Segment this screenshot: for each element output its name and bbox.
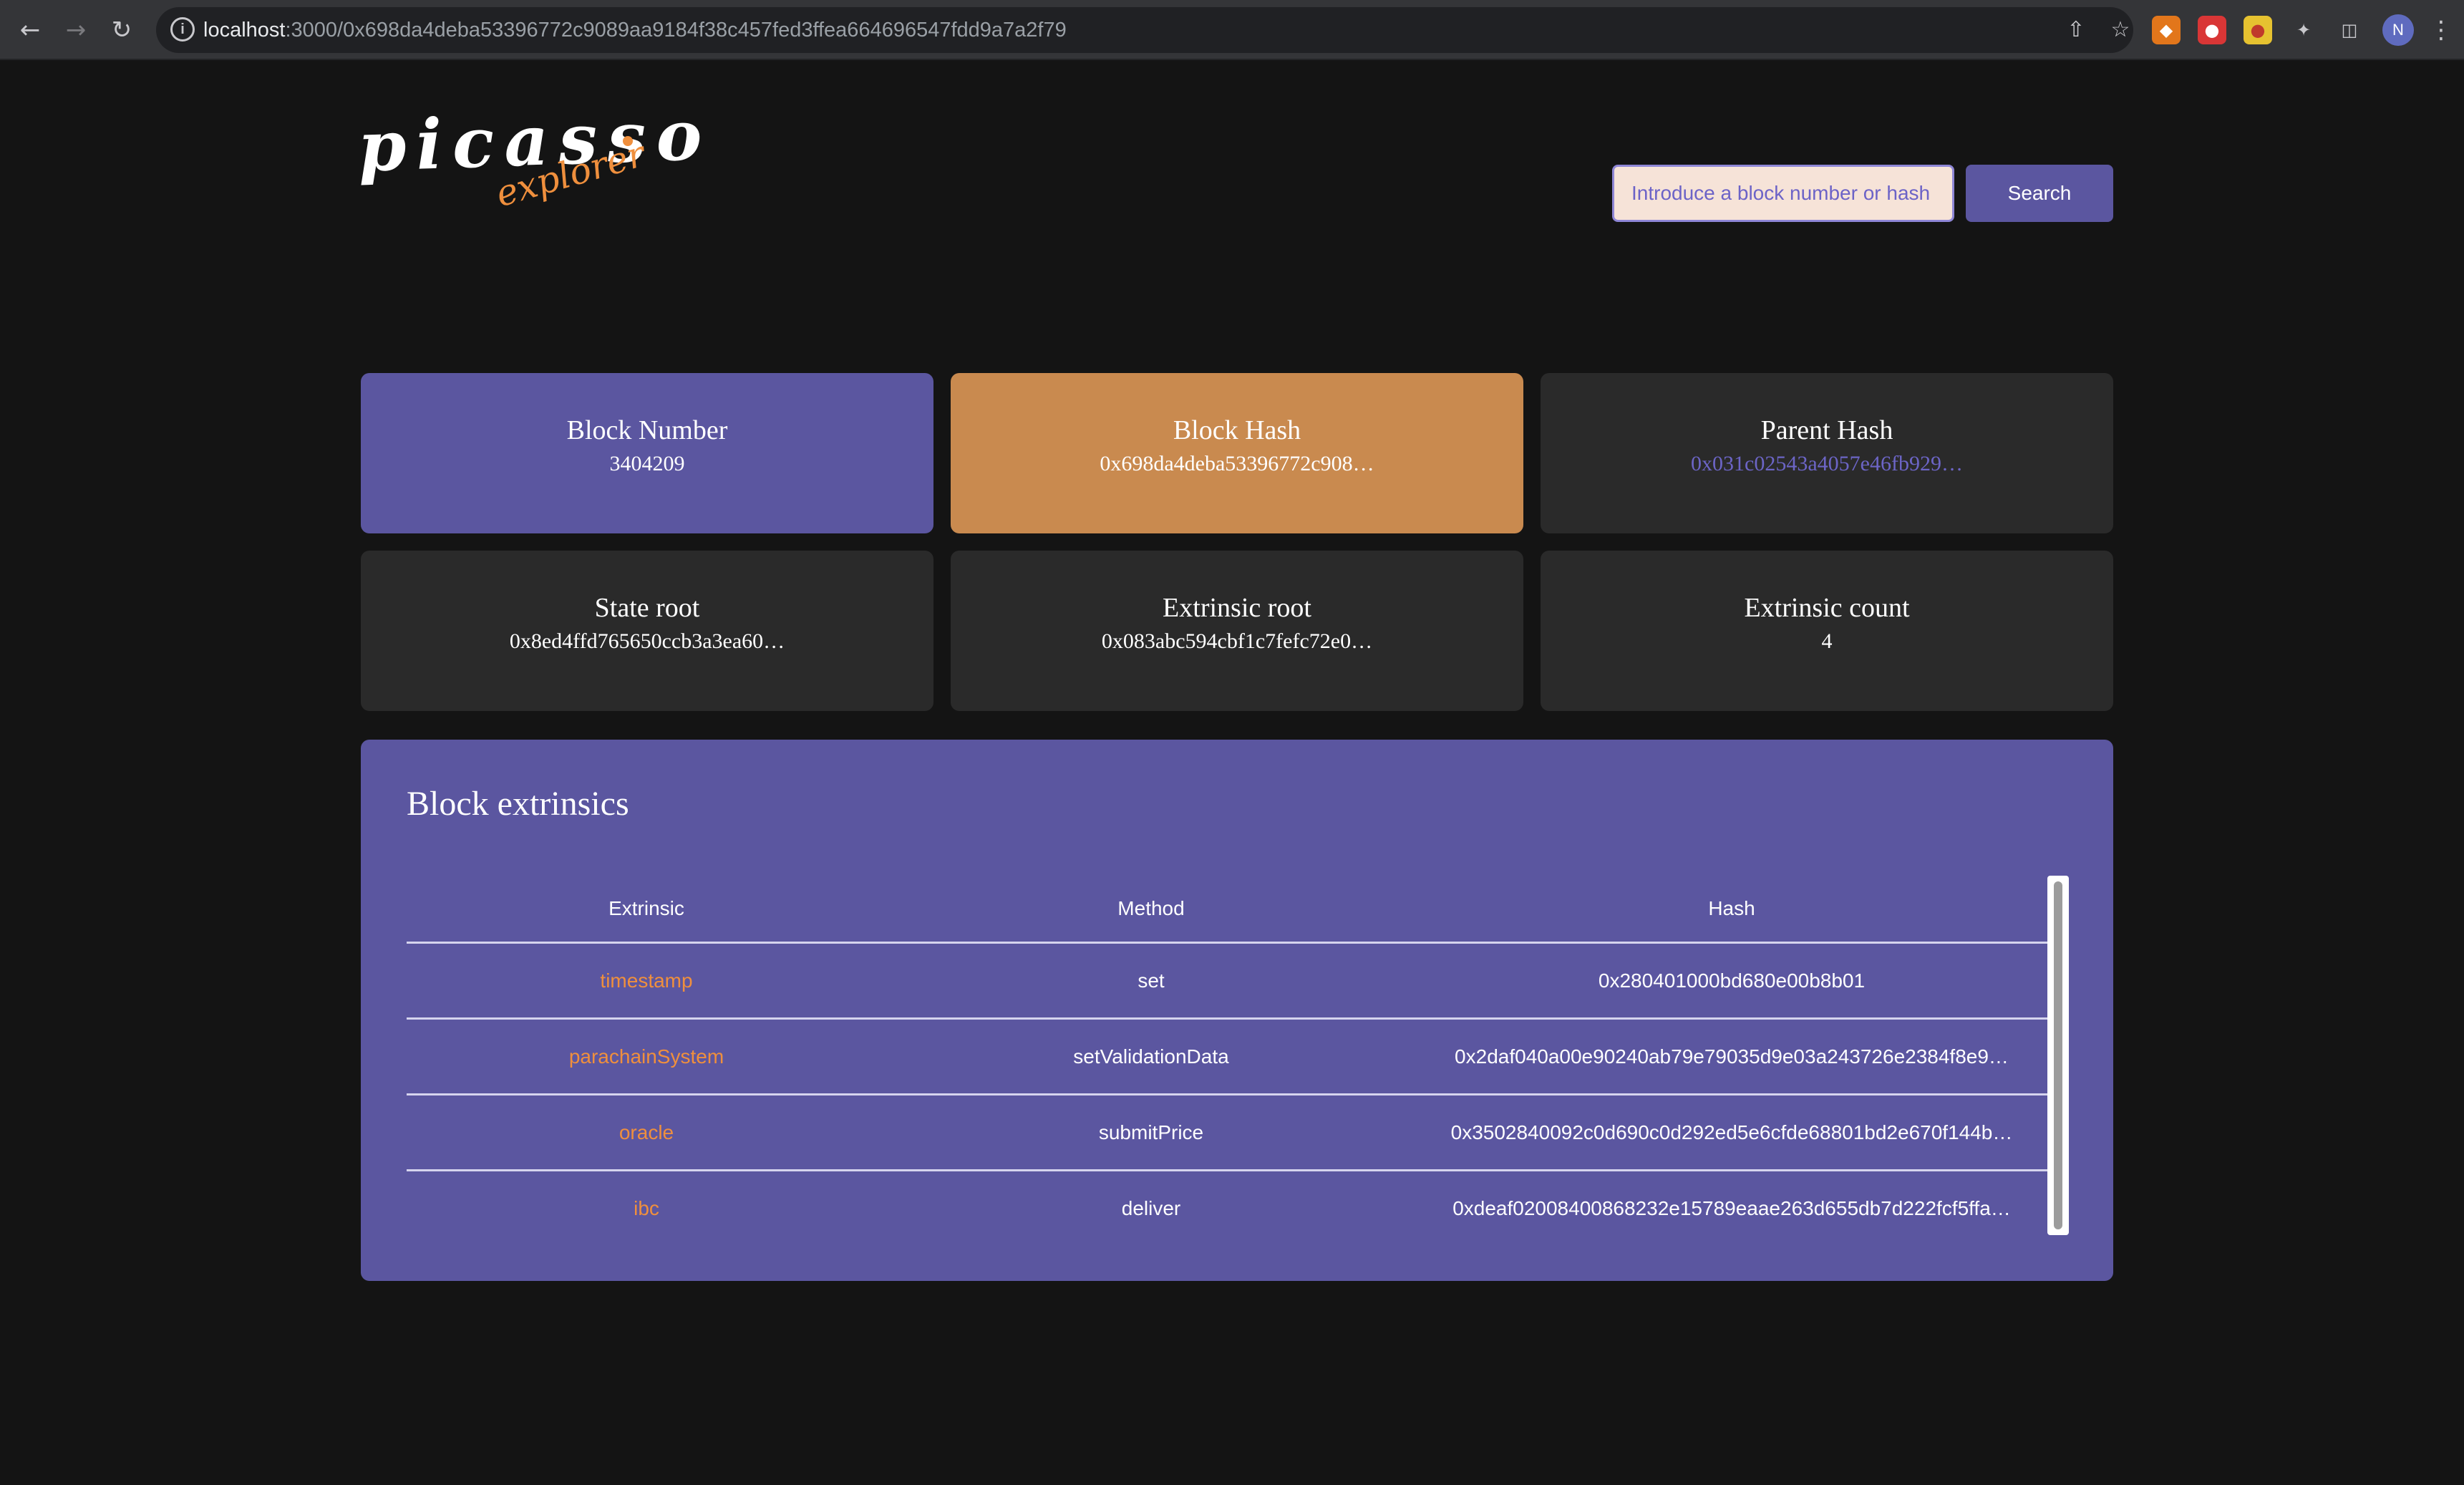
card-title: Extrinsic count [1744,593,1910,623]
scrollbar-thumb[interactable] [2054,881,2062,1229]
extrinsic-link[interactable]: parachainSystem [407,1020,886,1095]
hash-cell: 0x3502840092c0d690c0d292ed5e6cfde68801bd… [1450,1121,2013,1143]
card-value: 0x698da4deba53396772c908… [1100,452,1374,475]
card-title: Parent Hash [1760,415,1893,445]
card-title: Block Hash [1173,415,1301,445]
browser-toolbar: ← → ↻ i localhost:3000/0x698da4deba53396… [0,0,2464,60]
method-cell: set [1138,969,1165,992]
star-icon[interactable]: ☆ [2108,17,2133,43]
hash-cell: 0x280401000bd680e00b8b01 [1598,969,1866,992]
info-icon[interactable]: i [170,17,195,42]
card-value: 0x8ed4ffd765650ccb3a3ea60… [509,629,785,653]
table-row[interactable]: timestamp set 0x280401000bd680e00b8b01 [407,942,2047,1017]
extrinsic-link[interactable]: timestamp [407,944,886,1020]
card-title: State root [594,593,700,623]
profile-avatar[interactable]: N [2382,14,2414,46]
column-header-method[interactable]: Method [886,876,1416,942]
extrinsic-link[interactable]: oracle [407,1095,886,1171]
parent-hash-link[interactable]: 0x031c02543a4057e46fb929… [1541,452,2113,476]
sidebar-icon[interactable]: ◫ [2335,16,2364,44]
method-cell: submitPrice [1098,1121,1204,1143]
card-extrinsic-root: Extrinsic root 0x083abc594cbf1c7fefc72e0… [951,551,1523,711]
method-cell: deliver [1121,1197,1181,1219]
table-row[interactable]: parachainSystem setValidationData 0x2daf… [407,1017,2047,1093]
card-parent-hash: Parent Hash 0x031c02543a4057e46fb929… [1541,373,2113,533]
hash-cell: 0x2daf040a00e90240ab79e79035d9e03a243726… [1455,1045,2009,1068]
table-row[interactable]: ibc deliver 0xdeaf02008400868232e15789ea… [407,1169,2047,1245]
hash-cell: 0xdeaf02008400868232e15789eaae263d655db7… [1452,1197,2011,1219]
logo[interactable]: picasso explorer [356,94,713,215]
card-block-hash: Block Hash 0x698da4deba53396772c908… [951,373,1523,533]
card-value: 0x083abc594cbf1c7fefc72e0… [1101,629,1373,653]
menu-icon[interactable]: ⋮ [2427,16,2455,44]
puzzle-icon[interactable]: ✦ [2289,16,2318,44]
column-header-extrinsic[interactable]: Extrinsic [407,876,886,942]
card-extrinsic-count: Extrinsic count 4 [1541,551,2113,711]
extension-icon[interactable]: ● [2198,16,2226,44]
card-value: 4 [1821,629,1833,653]
extrinsic-link[interactable]: ibc [407,1171,886,1247]
table-row[interactable]: oracle submitPrice 0x3502840092c0d690c0d… [407,1093,2047,1169]
search-button[interactable]: Search [1966,165,2113,222]
url-text[interactable]: localhost:3000/0x698da4deba53396772c9089… [203,7,1067,53]
share-icon[interactable]: ⇧ [2063,17,2089,43]
card-title: Extrinsic root [1163,593,1311,623]
metamask-icon[interactable]: ◆ [2152,16,2181,44]
column-header-hash[interactable]: Hash [1416,876,2047,942]
section-title: Block extrinsics [407,785,629,823]
extension-icon[interactable]: ● [2244,16,2272,44]
table-scrollbar[interactable] [2047,876,2069,1235]
address-bar[interactable]: i localhost:3000/0x698da4deba53396772c90… [156,7,2133,53]
search-input[interactable] [1612,165,1954,222]
card-value: 3404209 [609,452,685,475]
card-title: Block Number [566,415,728,445]
back-icon[interactable]: ← [14,14,46,46]
card-block-number: Block Number 3404209 [361,373,933,533]
method-cell: setValidationData [1073,1045,1229,1068]
block-extrinsics-panel: Block extrinsics Extrinsic Method Hash t… [361,740,2113,1281]
reload-icon[interactable]: ↻ [106,14,137,46]
card-state-root: State root 0x8ed4ffd765650ccb3a3ea60… [361,551,933,711]
forward-icon[interactable]: → [60,14,92,46]
